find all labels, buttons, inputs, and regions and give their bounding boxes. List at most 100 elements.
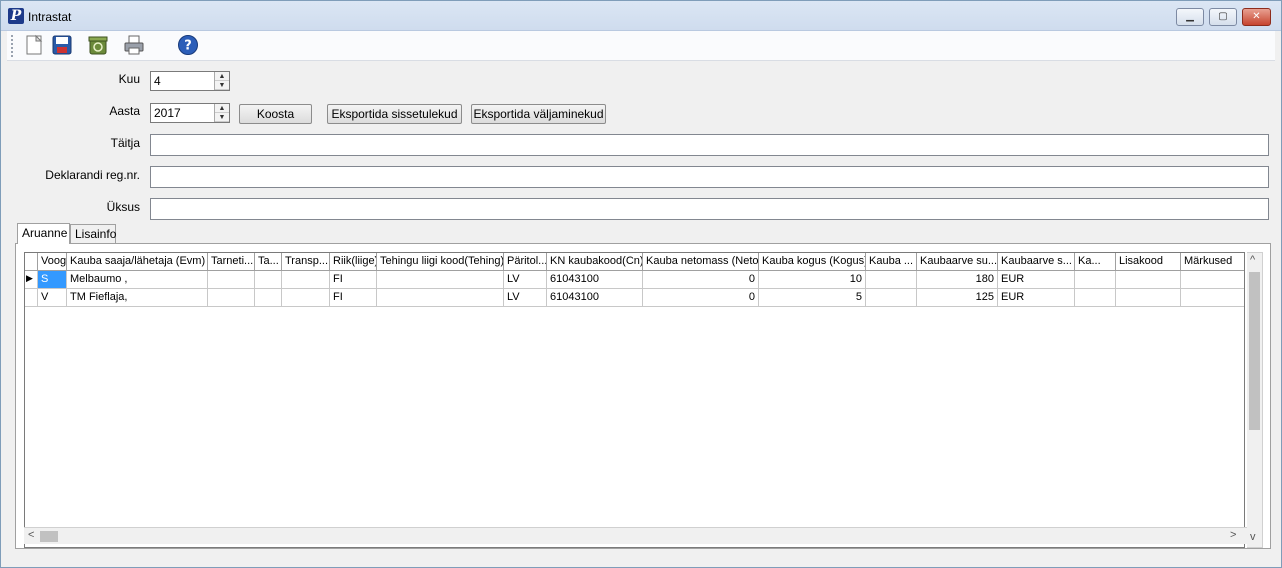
koosta-button[interactable]: Koosta bbox=[239, 104, 312, 124]
spin-down-icon[interactable]: ▼ bbox=[215, 113, 229, 122]
cell-ta[interactable] bbox=[255, 289, 282, 307]
scroll-down-icon[interactable]: v bbox=[1250, 531, 1256, 543]
cell-kauba-kogus[interactable]: 5 bbox=[759, 289, 866, 307]
cell-riik[interactable]: FI bbox=[330, 271, 377, 289]
minimize-button[interactable]: ▁ bbox=[1176, 8, 1204, 26]
cell-transport[interactable] bbox=[282, 289, 330, 307]
cell-kaubaarve-valuuta[interactable]: EUR bbox=[998, 289, 1075, 307]
cell-riik[interactable]: FI bbox=[330, 289, 377, 307]
col-kauba[interactable]: Kauba ... bbox=[866, 253, 917, 271]
col-kauba-kogus[interactable]: Kauba kogus (Kogus) bbox=[759, 253, 866, 271]
cell-kauba-saaja[interactable]: TM Fieflaja, bbox=[67, 289, 208, 307]
cell-paritolu[interactable]: LV bbox=[504, 271, 547, 289]
new-document-icon[interactable] bbox=[23, 34, 45, 56]
cell-voog[interactable]: S bbox=[38, 271, 67, 289]
table-row[interactable]: ▶ S Melbaumo , FI LV 61043100 0 10 180 E… bbox=[25, 271, 1244, 289]
col-kauba-netomass[interactable]: Kauba netomass (Neto) bbox=[643, 253, 759, 271]
cell-kauba-kogus[interactable]: 10 bbox=[759, 271, 866, 289]
cell-kaubaarve-valuuta[interactable]: EUR bbox=[998, 271, 1075, 289]
cell-ka[interactable] bbox=[1075, 271, 1116, 289]
kuu-spinner[interactable]: 4 ▲ ▼ bbox=[150, 71, 230, 91]
cell-lisakood[interactable] bbox=[1116, 271, 1181, 289]
cell-ka[interactable] bbox=[1075, 289, 1116, 307]
scroll-up-icon[interactable]: ^ bbox=[1250, 254, 1255, 266]
col-lisakood[interactable]: Lisakood bbox=[1116, 253, 1181, 271]
tab-lisainfo[interactable]: Lisainfo bbox=[70, 224, 116, 244]
toolbar-grip[interactable] bbox=[11, 35, 13, 57]
cell-tarneting[interactable] bbox=[208, 271, 255, 289]
cell-voog[interactable]: V bbox=[38, 289, 67, 307]
col-kaubaarve-valuuta[interactable]: Kaubaarve s... bbox=[998, 253, 1075, 271]
print-icon[interactable] bbox=[123, 34, 145, 56]
kuu-spinner-arrows[interactable]: ▲ ▼ bbox=[214, 72, 229, 90]
cell-kn-kaubakood[interactable]: 61043100 bbox=[547, 271, 643, 289]
spin-up-icon[interactable]: ▲ bbox=[215, 72, 229, 81]
col-ta[interactable]: Ta... bbox=[255, 253, 282, 271]
cell-kauba[interactable] bbox=[866, 289, 917, 307]
col-ka[interactable]: Ka... bbox=[1075, 253, 1116, 271]
cell-kauba[interactable] bbox=[866, 271, 917, 289]
col-transport[interactable]: Transp... bbox=[282, 253, 330, 271]
deklarandi-label: Deklarandi reg.nr. bbox=[45, 168, 140, 182]
cell-markused[interactable] bbox=[1181, 289, 1244, 307]
col-voog[interactable]: Voog bbox=[38, 253, 67, 271]
cell-tarneting[interactable] bbox=[208, 289, 255, 307]
col-tarneting[interactable]: Tarneti... bbox=[208, 253, 255, 271]
window-title: Intrastat bbox=[28, 10, 72, 24]
aasta-spinner-arrows[interactable]: ▲ ▼ bbox=[214, 104, 229, 122]
cell-tehingu-liik[interactable] bbox=[377, 289, 504, 307]
cell-transport[interactable] bbox=[282, 271, 330, 289]
table-row[interactable]: V TM Fieflaja, FI LV 61043100 0 5 125 EU… bbox=[25, 289, 1244, 307]
col-tehingu-liik[interactable]: Tehingu liigi kood(Tehing) bbox=[377, 253, 504, 271]
cell-tehingu-liik[interactable] bbox=[377, 271, 504, 289]
save-icon[interactable] bbox=[51, 34, 73, 56]
horizontal-scrollbar[interactable]: < > bbox=[24, 527, 1247, 544]
col-kaubaarve-summa[interactable]: Kaubaarve su... bbox=[917, 253, 998, 271]
cell-ta[interactable] bbox=[255, 271, 282, 289]
cell-paritolu[interactable]: LV bbox=[504, 289, 547, 307]
cell-kn-kaubakood[interactable]: 61043100 bbox=[547, 289, 643, 307]
export-outgoing-button[interactable]: Eksportida väljaminekud bbox=[471, 104, 606, 124]
col-riik[interactable]: Riik(liige) bbox=[330, 253, 377, 271]
taitja-field[interactable] bbox=[150, 134, 1269, 156]
svg-text:?: ? bbox=[184, 39, 192, 54]
vertical-scroll-thumb[interactable] bbox=[1249, 272, 1260, 430]
tab-aruanne[interactable]: Aruanne bbox=[17, 223, 70, 244]
kuu-label: Kuu bbox=[118, 72, 140, 86]
report-grid[interactable]: Voog Kauba saaja/lähetaja (Evm) Tarneti.… bbox=[24, 252, 1245, 548]
row-header bbox=[25, 289, 38, 307]
row-header-corner bbox=[25, 253, 38, 271]
col-kn-kaubakood[interactable]: KN kaubakood(Cn) bbox=[547, 253, 643, 271]
taitja-label: Täitja bbox=[110, 136, 140, 150]
export-incoming-button[interactable]: Eksportida sissetulekud bbox=[327, 104, 462, 124]
col-kauba-saaja[interactable]: Kauba saaja/lähetaja (Evm) bbox=[67, 253, 208, 271]
col-paritolu[interactable]: Päritol... bbox=[504, 253, 547, 271]
spin-up-icon[interactable]: ▲ bbox=[215, 104, 229, 113]
cell-kauba-netomass[interactable]: 0 bbox=[643, 289, 759, 307]
cell-kauba-netomass[interactable]: 0 bbox=[643, 271, 759, 289]
cell-markused[interactable] bbox=[1181, 271, 1244, 289]
cell-kauba-saaja[interactable]: Melbaumo , bbox=[67, 271, 208, 289]
cell-kaubaarve-summa[interactable]: 125 bbox=[917, 289, 998, 307]
scroll-left-icon[interactable]: < bbox=[28, 529, 34, 541]
recycle-bin-icon[interactable] bbox=[87, 34, 109, 56]
vertical-scrollbar[interactable]: ^ v bbox=[1247, 252, 1263, 548]
aasta-spinner[interactable]: 2017 ▲ ▼ bbox=[150, 103, 230, 123]
kuu-value: 4 bbox=[154, 74, 161, 88]
maximize-button[interactable]: ▢ bbox=[1209, 8, 1237, 26]
uksus-label: Üksus bbox=[106, 200, 140, 214]
col-markused[interactable]: Märkused bbox=[1181, 253, 1244, 271]
toolbar: ? bbox=[7, 31, 1275, 61]
aasta-label: Aasta bbox=[109, 104, 140, 118]
scroll-right-icon[interactable]: > bbox=[1230, 529, 1236, 541]
spin-down-icon[interactable]: ▼ bbox=[215, 81, 229, 90]
uksus-field[interactable] bbox=[150, 198, 1269, 220]
close-button[interactable]: ✕ bbox=[1242, 8, 1271, 26]
current-row-indicator-icon: ▶ bbox=[25, 271, 38, 289]
horizontal-scroll-thumb[interactable] bbox=[40, 531, 58, 542]
deklarandi-field[interactable] bbox=[150, 166, 1269, 188]
cell-lisakood[interactable] bbox=[1116, 289, 1181, 307]
cell-kaubaarve-summa[interactable]: 180 bbox=[917, 271, 998, 289]
aasta-value: 2017 bbox=[154, 106, 181, 120]
help-icon[interactable]: ? bbox=[177, 34, 199, 56]
